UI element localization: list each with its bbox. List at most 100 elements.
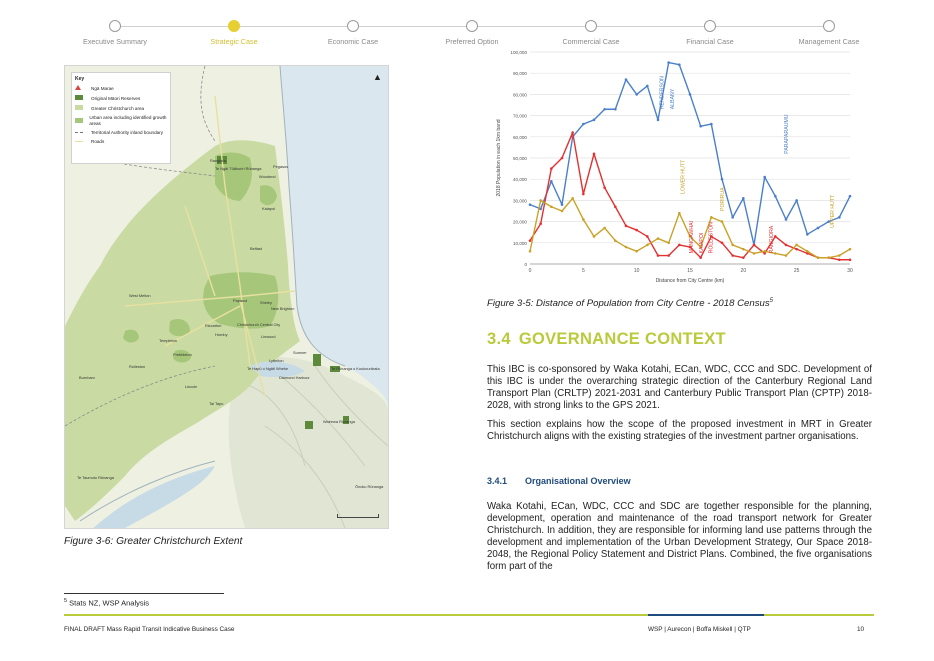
chart-annotation-label: LOWER HUTT [681, 159, 687, 194]
x-tick-label: 25 [794, 268, 800, 274]
data-point [624, 224, 628, 228]
map-place-label: Sumner [293, 350, 307, 355]
data-point [699, 256, 702, 259]
x-tick-label: 5 [582, 268, 585, 274]
paragraph-2: This section explains how the scope of t… [487, 419, 872, 443]
map-place-label: Te Ngāi Tūāhuriri Rūnanga [215, 166, 262, 171]
x-axis-label: Distance from City Centre (km) [656, 278, 725, 284]
map-legend-item: Original Māori Reserves [75, 95, 167, 102]
x-tick-label: 30 [847, 268, 853, 274]
data-point [528, 239, 532, 242]
map-caption: Figure 3-6: Greater Christchurch Extent [64, 536, 243, 547]
chart-annotation-label: HENDERSON [659, 76, 665, 109]
map-place-label: Lincoln [185, 384, 198, 389]
data-point [614, 205, 617, 209]
map-legend-item: Territorial Authority inland boundary [75, 130, 167, 136]
map-place-label: Rolleston [129, 364, 146, 369]
x-tick-label: 15 [687, 268, 693, 274]
data-point [752, 252, 756, 255]
section-number: 3.4 [487, 330, 511, 348]
data-point [699, 124, 702, 128]
map-place-label: Papanui [233, 298, 248, 303]
data-point [539, 222, 542, 226]
data-point [592, 235, 596, 238]
footer-authors: WSP | Aurecon | Boffa Miskell | QTP [648, 626, 751, 633]
data-point [838, 254, 841, 257]
data-point [667, 61, 670, 64]
data-point [816, 256, 820, 259]
chart-annotation-label: KAIAPOI [699, 233, 705, 254]
y-tick-label: 90,000 [513, 71, 527, 76]
data-point [752, 243, 756, 247]
map-place-label: Pegasus [273, 164, 289, 169]
footer-rule-blue [648, 614, 764, 616]
progress-step-label: Management Case [798, 37, 860, 46]
progress-step-dot [347, 20, 359, 32]
data-point [560, 209, 564, 213]
data-point [550, 167, 553, 170]
data-point [528, 249, 532, 253]
data-point [742, 196, 745, 200]
progress-step-dot [823, 20, 835, 32]
chart-annotation-label: RANGIORA [769, 225, 775, 253]
x-tick-label: 10 [634, 268, 640, 274]
map-legend-label: Territorial Authority inland boundary [91, 130, 164, 135]
paragraph-3: Waka Kotahi, ECan, WDC, CCC and SDC are … [487, 501, 872, 573]
map-place-label: Linwood [261, 334, 276, 339]
map-place-label: Prebbleton [173, 352, 192, 357]
map-legend-label: Ngā Marae [91, 85, 114, 91]
chart-caption-text: Figure 3-5: Distance of Population from … [487, 298, 770, 310]
map-legend-item: Greater Christchurch area [75, 105, 167, 112]
data-point [806, 233, 809, 236]
data-point [646, 243, 649, 247]
y-axis-label: 2018 Population in each 1km band [496, 119, 502, 196]
scale-bar [337, 514, 379, 518]
progress-step-management-case[interactable]: Management Case [759, 20, 899, 46]
y-tick-label: 10,000 [513, 241, 527, 246]
data-point [603, 226, 606, 230]
x-tick-label: 20 [741, 268, 747, 274]
data-point [838, 258, 841, 262]
data-point [731, 254, 734, 257]
data-point [656, 237, 660, 240]
data-point [784, 254, 788, 257]
data-point [592, 118, 596, 122]
data-point [838, 216, 841, 219]
data-point [539, 199, 542, 202]
data-point [571, 131, 574, 134]
y-tick-label: 60,000 [513, 135, 527, 140]
data-point [678, 63, 681, 67]
data-point [731, 243, 734, 247]
map-place-label: Te Hapū o Ngāti Wheke [247, 366, 289, 371]
chart-annotation-label: PARAPARAUMU [784, 114, 790, 154]
chart-annotation-label: ALBANY [670, 88, 676, 109]
map-place-label: New Brighton [271, 306, 295, 311]
data-point [571, 196, 574, 200]
footer-document-title: FINAL DRAFT Mass Rapid Transit Indicativ… [64, 626, 235, 633]
population-distance-chart: 0 10,000 20,000 30,000 40,000 50,000 60,000 70,… [496, 50, 853, 284]
y-tick-label: 40,000 [513, 177, 527, 182]
data-point [731, 216, 734, 219]
subsection-heading: 3.4.1 Organisational Overview [487, 476, 631, 486]
y-tick-label: 100,000 [510, 50, 527, 55]
data-point [624, 78, 628, 81]
data-point [774, 194, 777, 198]
data-point [806, 249, 809, 253]
data-point [848, 247, 852, 251]
data-point [816, 226, 820, 230]
data-point [742, 256, 745, 259]
data-point [582, 122, 585, 126]
data-point [795, 247, 798, 251]
map-legend-label: Roads [91, 139, 105, 144]
series-line-0 [529, 61, 851, 246]
legend-swatch-icon [75, 85, 87, 92]
data-point [720, 220, 724, 223]
progress-step-dot [704, 20, 716, 32]
footnote: 5 Stats NZ, WSP Analysis [64, 598, 149, 608]
map-legend-label: Original Māori Reserves [91, 95, 141, 101]
data-point [678, 211, 681, 215]
data-point [582, 192, 585, 196]
progress-step-dot [228, 20, 240, 32]
subsection-number: 3.4.1 [487, 476, 508, 486]
chart-annotation-label: ROLLESTON [708, 222, 714, 254]
